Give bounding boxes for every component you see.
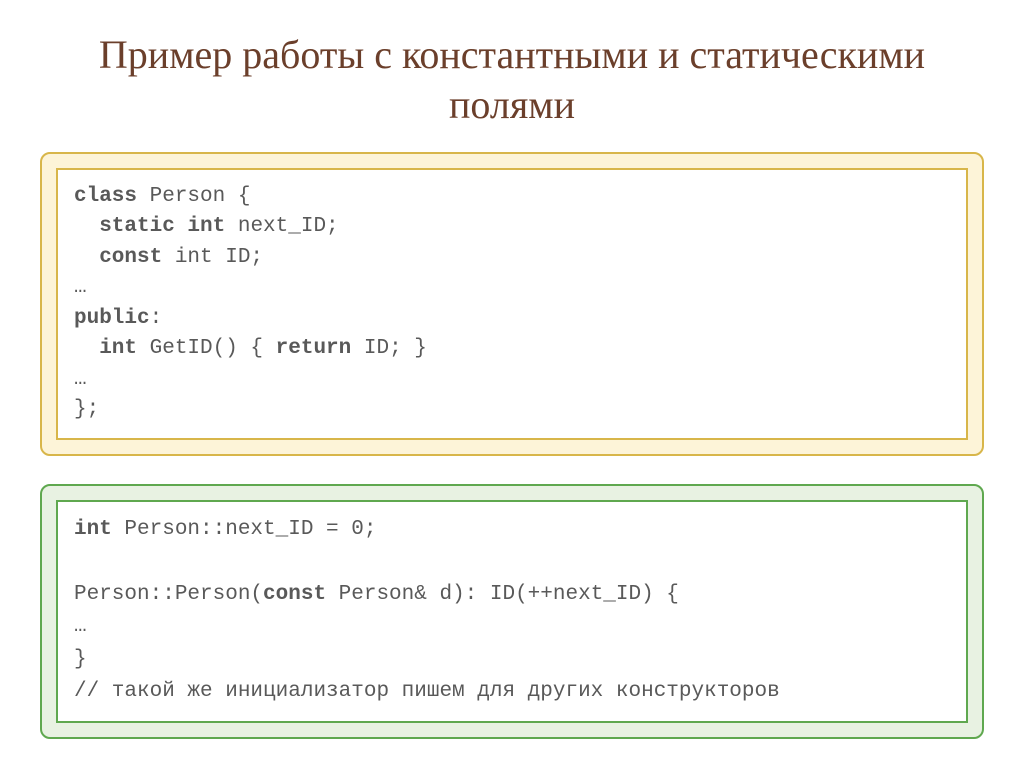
slide-title: Пример работы с константными и статическ… (40, 30, 984, 130)
code-text: // такой же инициализатор пишем для друг… (74, 680, 780, 703)
code-text: const (74, 246, 162, 269)
code-block-green: int Person::next_ID = 0; Person::Person(… (40, 484, 984, 739)
code-block-yellow-inner: class Person { static int next_ID; const… (56, 168, 968, 440)
code-text: … (74, 368, 87, 391)
code-text: public (74, 307, 150, 330)
code-text (74, 550, 87, 573)
code-block-yellow: class Person { static int next_ID; const… (40, 152, 984, 456)
code-text: } (74, 648, 87, 671)
code-text: int (74, 518, 112, 541)
code-text: class (74, 185, 137, 208)
code-text: GetID() { (137, 337, 276, 360)
code-block-green-inner: int Person::next_ID = 0; Person::Person(… (56, 500, 968, 723)
code-text: next_ID; (225, 215, 338, 238)
code-text: static int (74, 215, 225, 238)
code-text: }; (74, 398, 99, 421)
code-text: return (276, 337, 352, 360)
code-text: Person::next_ID = 0; (112, 518, 377, 541)
code-text: ID; } (351, 337, 427, 360)
code-text: … (74, 276, 87, 299)
code-text: : (150, 307, 163, 330)
code-text: Person& d): ID(++next_ID) { (326, 583, 679, 606)
slide: Пример работы с константными и статическ… (0, 0, 1024, 767)
code-text: const (263, 583, 326, 606)
code-text: Person { (137, 185, 250, 208)
code-text: int ID; (162, 246, 263, 269)
code-text: int (74, 337, 137, 360)
code-text: … (74, 615, 87, 638)
code-text: Person::Person( (74, 583, 263, 606)
